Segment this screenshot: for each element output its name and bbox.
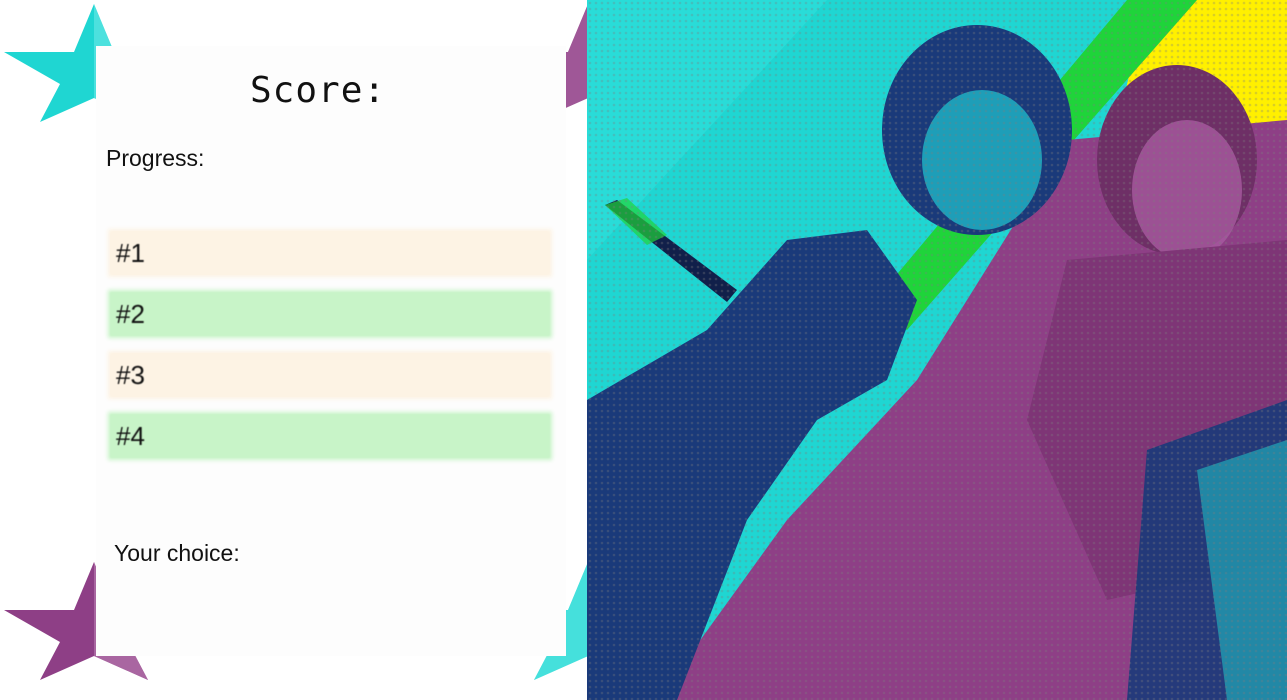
progress-label: Progress: bbox=[106, 145, 205, 171]
progress-row-3: #3 bbox=[110, 353, 550, 397]
progress-row-label: #4 bbox=[116, 420, 145, 451]
quiz-panel: Score: Progress: #1 #2 #3 #4 Your choice… bbox=[0, 0, 587, 700]
progress-row-1: #1 bbox=[110, 231, 550, 275]
progress-row-label: #2 bbox=[116, 298, 145, 329]
progress-row-label: #3 bbox=[116, 359, 145, 390]
progress-row-4: #4 bbox=[110, 414, 550, 458]
progress-row-2: #2 bbox=[110, 292, 550, 336]
your-choice-label: Your choice: bbox=[114, 540, 240, 566]
progress-row-label: #1 bbox=[116, 237, 145, 268]
score-label: Score: bbox=[250, 70, 387, 111]
pop-art-collage bbox=[587, 0, 1287, 700]
artists-collage-image bbox=[587, 0, 1287, 700]
